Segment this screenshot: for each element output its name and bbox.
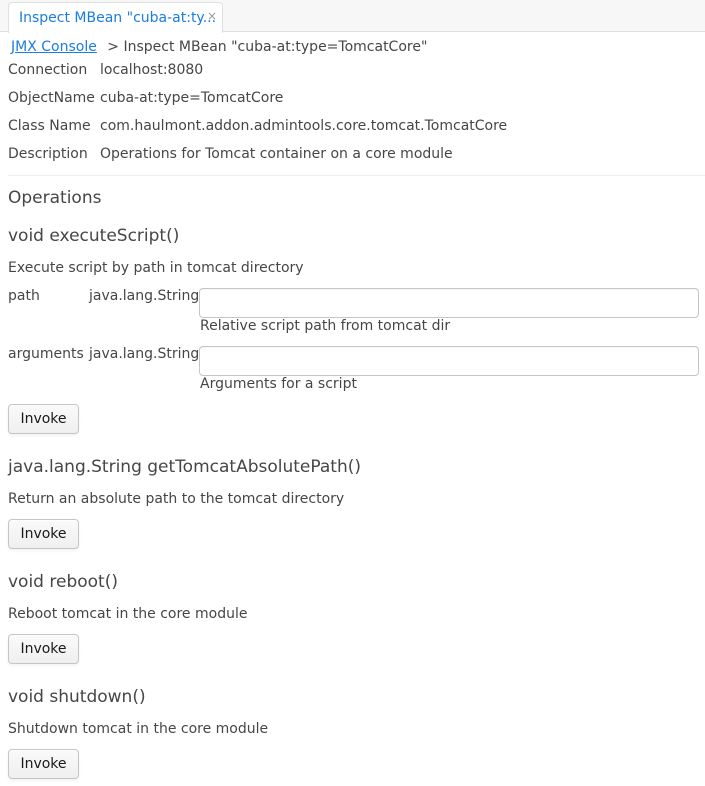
param-path-type: java.lang.String <box>89 288 200 304</box>
operation-get-tomcat-path-description: Return an absolute path to the tomcat di… <box>8 491 345 507</box>
class-name-value: com.haulmont.addon.admintools.core.tomca… <box>100 118 508 134</box>
invoke-reboot-button[interactable]: Invoke <box>8 634 79 664</box>
tab-bar: Inspect MBean "cuba-at:ty... × <box>0 0 705 33</box>
invoke-execute-script-button[interactable]: Invoke <box>8 404 79 434</box>
connection-label: Connection <box>8 62 88 78</box>
operation-shutdown-description: Shutdown tomcat in the core module <box>8 721 269 737</box>
param-arguments-name: arguments <box>8 346 84 362</box>
tab-caption[interactable]: Inspect MBean "cuba-at:ty... <box>19 10 216 26</box>
breadcrumb-link-jmx-console[interactable]: JMX Console <box>11 39 97 55</box>
divider <box>8 175 705 176</box>
invoke-get-tomcat-path-button[interactable]: Invoke <box>8 519 79 549</box>
param-arguments-hint: Arguments for a script <box>200 376 357 392</box>
operation-shutdown-title: void shutdown() <box>8 687 146 707</box>
description-value: Operations for Tomcat container on a cor… <box>100 146 453 162</box>
connection-value: localhost:8080 <box>100 62 204 78</box>
operation-reboot-title: void reboot() <box>8 572 118 592</box>
tab-inspect-mbean[interactable]: Inspect MBean "cuba-at:ty... × <box>8 2 223 33</box>
param-path-input[interactable] <box>199 288 699 318</box>
breadcrumb: JMX Console > Inspect MBean "cuba-at:typ… <box>11 39 427 55</box>
class-name-label: Class Name <box>8 118 91 134</box>
breadcrumb-current: > Inspect MBean "cuba-at:type=TomcatCore… <box>107 39 428 55</box>
operation-get-tomcat-path-title: java.lang.String getTomcatAbsolutePath() <box>8 457 361 477</box>
param-arguments-input[interactable] <box>199 346 699 376</box>
param-arguments-type: java.lang.String <box>89 346 200 362</box>
param-path-name: path <box>8 288 40 304</box>
invoke-shutdown-button[interactable]: Invoke <box>8 749 79 779</box>
operation-execute-script-title: void executeScript() <box>8 226 180 246</box>
description-label: Description <box>8 146 88 162</box>
object-name-label: ObjectName <box>8 90 95 106</box>
close-icon[interactable]: × <box>207 9 217 23</box>
param-path-hint: Relative script path from tomcat dir <box>200 318 451 334</box>
operation-reboot-description: Reboot tomcat in the core module <box>8 606 248 622</box>
operations-heading: Operations <box>8 188 102 208</box>
operation-execute-script-description: Execute script by path in tomcat directo… <box>8 260 304 276</box>
object-name-value: cuba-at:type=TomcatCore <box>100 90 284 106</box>
